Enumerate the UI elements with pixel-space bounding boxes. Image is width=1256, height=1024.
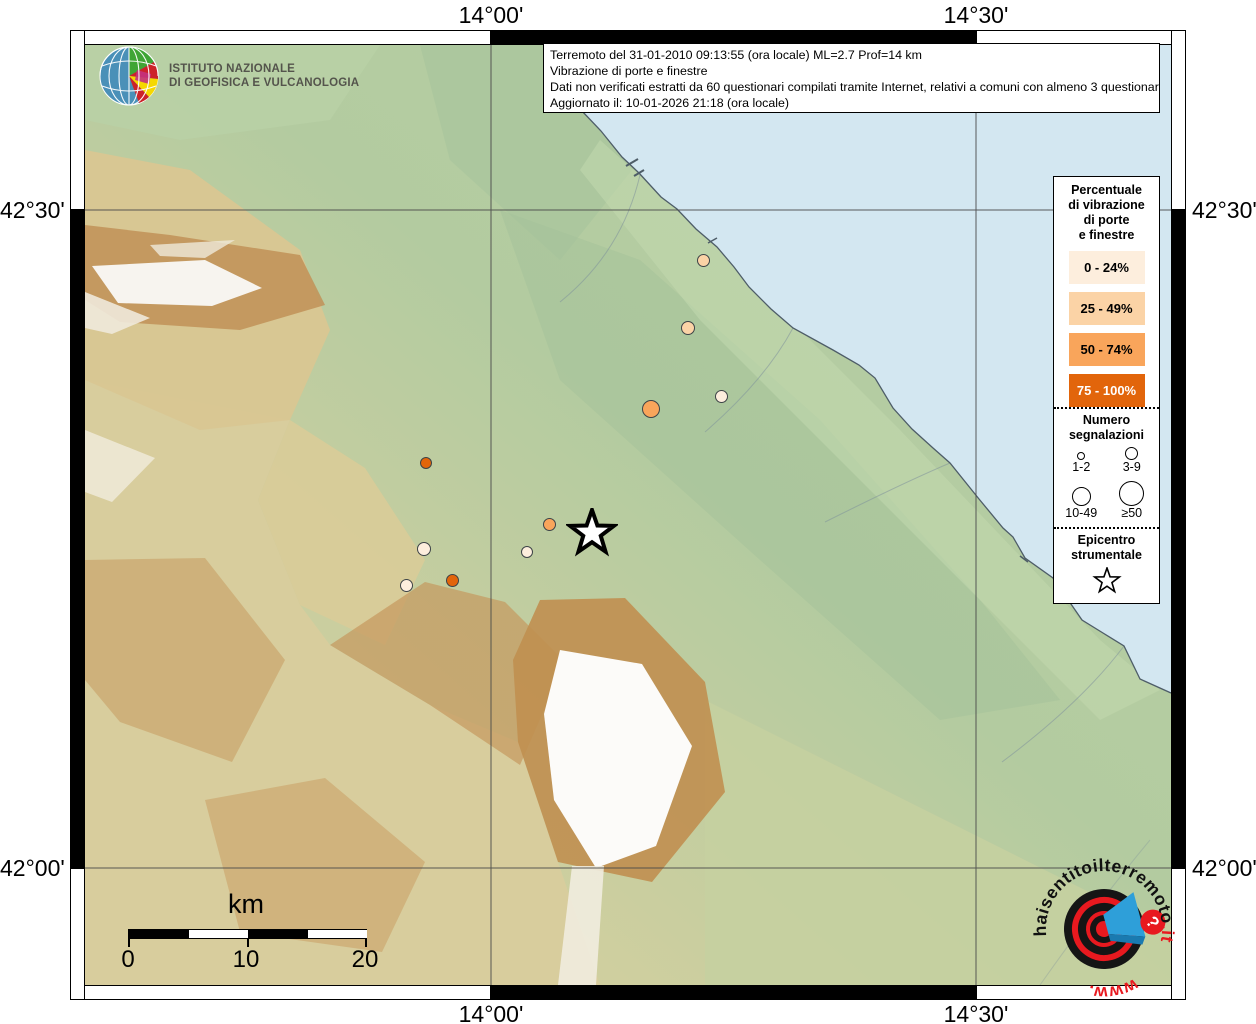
epicenter-star [566,508,618,558]
watermark-www-text: www. [1081,969,1143,1010]
frame-top-white-1 [70,30,491,45]
legend-swatch-75-100: 75 - 100% [1069,374,1145,407]
frame-right-white-1 [1171,30,1186,210]
legend-swatch-50-74: 50 - 74% [1069,333,1145,366]
count-label-10-49: 10-49 [1065,506,1097,521]
legend-count-grid: 1-2 3-9 10-49 ≥50 [1054,443,1159,527]
ingv-wordmark: ISTITUTO NAZIONALE DI GEOFISICA E VULCAN… [169,62,359,90]
scalebar-tick-20: 20 [343,946,387,974]
axis-label-bottom-left: 14°00' [436,1001,546,1024]
axis-label-bottom-right: 14°30' [921,1001,1031,1024]
event-title-box: Terremoto del 31-01-2010 09:13:55 (ora l… [543,43,1160,113]
event-title-line3: Dati non verificati estratti da 60 quest… [550,79,1154,95]
ingv-globe-icon [98,45,160,107]
event-title-line4: Aggiornato il: 10-01-2026 21:18 (ora loc… [550,95,1154,111]
frame-left-black [70,210,85,868]
count-circle-50plus-icon [1119,481,1144,506]
count-circle-10-49-icon [1072,487,1091,506]
frame-left-white-1 [70,30,85,210]
frame-left-white-2 [70,868,85,1000]
legend-swatch-25-49: 25 - 49% [1069,292,1145,325]
map-page: 14°00' 14°30' 14°00' 14°30' 42°30' 42°00… [0,0,1256,1024]
axis-label-top-right: 14°30' [921,2,1031,29]
legend-star-icon [1092,567,1122,595]
count-circle-3-9-icon [1125,447,1138,460]
axis-label-left-top: 42°30' [0,197,64,224]
scalebar-tick-0: 0 [106,946,150,974]
count-circle-1-2-icon [1077,452,1085,460]
legend-count-title: Numero segnalazioni [1054,409,1159,443]
count-label-3-9: 3-9 [1123,460,1141,475]
scalebar [128,929,367,939]
frame-right-black [1171,210,1186,868]
frame-bottom-black [491,985,976,1000]
terrain-map [85,45,1171,985]
scalebar-tick-10: 10 [224,946,268,974]
legend-swatch-0-24: 0 - 24% [1069,251,1145,284]
axis-label-top-left: 14°00' [436,2,546,29]
legend-percent-title: Percentuale di vibrazione di porte e fin… [1054,177,1159,243]
ingv-logo: ISTITUTO NAZIONALE DI GEOFISICA E VULCAN… [98,45,359,107]
event-title-line2: Vibrazione di porte e finestre [550,63,1154,79]
count-label-1-2: 1-2 [1072,460,1090,475]
scalebar-unit-label: km [196,889,296,920]
legend-epicenter-title: Epicentro strumentale [1054,529,1159,563]
frame-bottom-white-1 [70,985,491,1000]
legend-box: Percentuale di vibrazione di porte e fin… [1053,176,1160,604]
axis-label-left-bottom: 42°00' [0,855,64,882]
event-title-line1: Terremoto del 31-01-2010 09:13:55 (ora l… [550,47,1154,63]
axis-label-right-top: 42°30' [1192,197,1256,224]
axis-label-right-bottom: 42°00' [1192,855,1256,882]
count-label-50plus: ≥50 [1121,506,1142,521]
haisentitoilterremoto-logo: ? haisentitoilterremoto.it www. [1018,843,1190,1015]
